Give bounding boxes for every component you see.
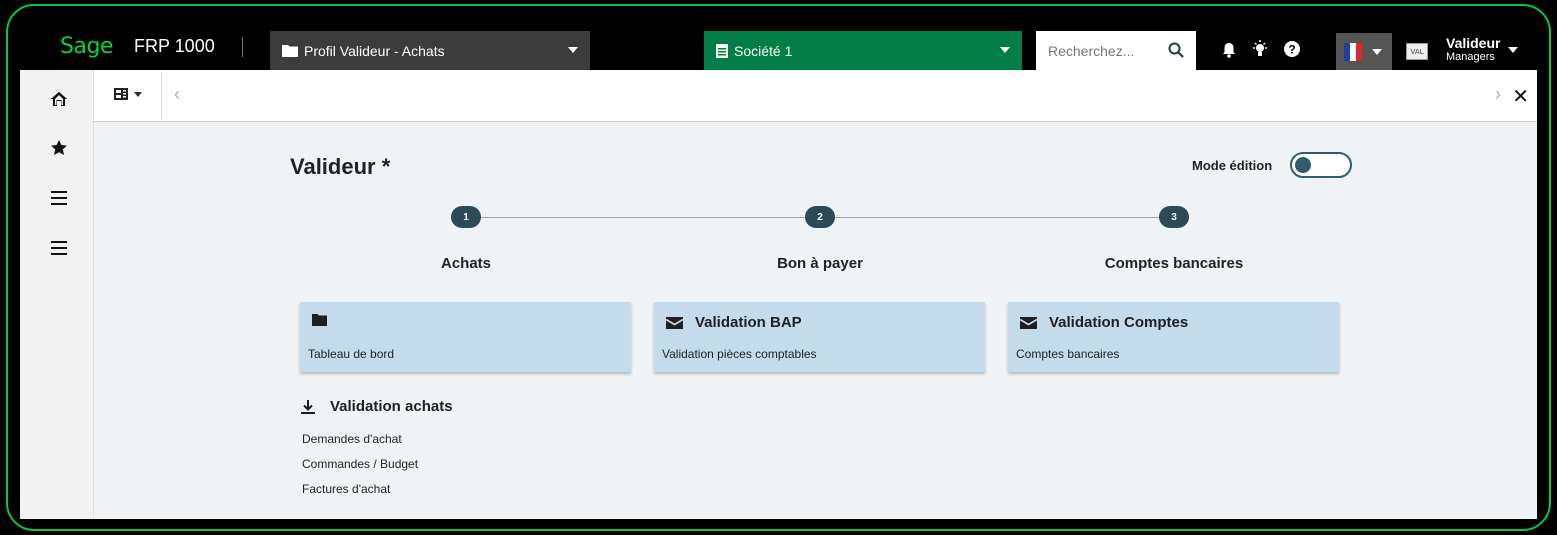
card-header: Validation Comptes	[1020, 314, 1188, 331]
company-select-label: Société 1	[734, 42, 793, 59]
previous-arrow-icon[interactable]: ‹	[174, 84, 180, 105]
chevron-down-icon	[1372, 49, 1382, 55]
page-toolbar: ‹ › ✕	[94, 70, 1537, 122]
edit-mode-label: Mode édition	[1192, 158, 1273, 173]
screen-frame: Sage FRP 1000 Profil Valideur - Achats S…	[6, 4, 1551, 531]
dashboard-card[interactable]: Tableau de bord	[300, 302, 631, 372]
profile-select[interactable]: Profil Valideur - Achats	[270, 31, 590, 70]
menu-icon[interactable]	[48, 237, 70, 259]
card-description: Validation pièces comptables	[662, 347, 817, 361]
step-number: 3	[1159, 206, 1189, 228]
language-select[interactable]	[1336, 33, 1392, 70]
link-demandes-achat[interactable]: Demandes d'achat	[302, 432, 402, 446]
chevron-down-icon	[568, 47, 578, 53]
user-role: Managers	[1446, 51, 1495, 63]
sage-logo[interactable]: Sage	[60, 34, 113, 59]
chevron-down-icon	[1000, 47, 1010, 53]
left-rail	[20, 70, 94, 519]
home-icon[interactable]	[48, 88, 70, 110]
card-header: Validation BAP	[666, 314, 802, 331]
svg-text:?: ?	[1288, 43, 1295, 57]
close-icon[interactable]: ✕	[1512, 84, 1529, 109]
link-commandes-budget[interactable]: Commandes / Budget	[302, 457, 418, 471]
bell-icon[interactable]	[1222, 42, 1236, 58]
lightbulb-icon[interactable]	[1252, 40, 1268, 58]
section-title: Validation achats	[330, 398, 453, 415]
step-label: Comptes bancaires	[1104, 255, 1244, 272]
envelope-icon	[1020, 316, 1037, 329]
card-title: Validation Comptes	[1049, 314, 1189, 331]
profile-select-label: Profil Valideur - Achats	[304, 42, 445, 59]
main-content: Valideur * Mode édition 1 2 3 Achats Bon…	[94, 122, 1537, 519]
link-factures-achat[interactable]: Factures d'achat	[302, 482, 390, 496]
next-arrow-icon[interactable]: ›	[1495, 84, 1501, 105]
step-label: Achats	[440, 255, 492, 272]
dashboard-view-icon	[114, 88, 128, 100]
france-flag-icon	[1344, 43, 1362, 61]
top-bar: Sage FRP 1000 Profil Valideur - Achats S…	[20, 6, 1537, 73]
step-number: 2	[805, 206, 835, 228]
download-icon	[301, 399, 315, 414]
help-icon[interactable]: ?	[1284, 41, 1300, 57]
validation-comptes-card[interactable]: Validation Comptes Comptes bancaires	[1008, 302, 1339, 372]
app-name: FRP 1000	[134, 36, 215, 56]
document-icon	[716, 43, 728, 58]
header-divider	[242, 37, 243, 57]
card-title: Validation BAP	[695, 314, 802, 331]
chevron-down-icon	[134, 91, 142, 97]
user-name[interactable]: Valideur	[1446, 36, 1500, 50]
search-icon[interactable]	[1168, 42, 1184, 58]
page-title: Valideur *	[290, 154, 391, 179]
app-window: Sage FRP 1000 Profil Valideur - Achats S…	[20, 6, 1537, 519]
menu-icon[interactable]	[48, 187, 70, 209]
validation-bap-card[interactable]: Validation BAP Validation pièces comptab…	[654, 302, 985, 372]
edit-mode-toggle[interactable]	[1290, 152, 1352, 178]
user-menu-chevron-icon[interactable]	[1508, 47, 1518, 53]
step-label: Bon à payer	[777, 255, 863, 272]
view-switcher-button[interactable]	[114, 88, 142, 100]
toggle-knob	[1295, 157, 1311, 173]
envelope-icon	[666, 316, 683, 329]
toolbar-divider	[161, 72, 162, 120]
favorites-star-icon[interactable]	[48, 137, 70, 159]
company-select[interactable]: Société 1	[704, 31, 1022, 70]
folder-icon	[312, 314, 327, 326]
search-input[interactable]	[1048, 43, 1158, 59]
card-description: Comptes bancaires	[1016, 347, 1120, 361]
validation-achats-header: Validation achats	[300, 398, 453, 415]
avatar[interactable]: VAL	[1406, 43, 1428, 60]
folder-icon	[282, 45, 298, 57]
step-number: 1	[451, 206, 481, 228]
card-description: Tableau de bord	[308, 347, 395, 361]
card-header	[312, 314, 339, 326]
search-box	[1036, 31, 1196, 73]
